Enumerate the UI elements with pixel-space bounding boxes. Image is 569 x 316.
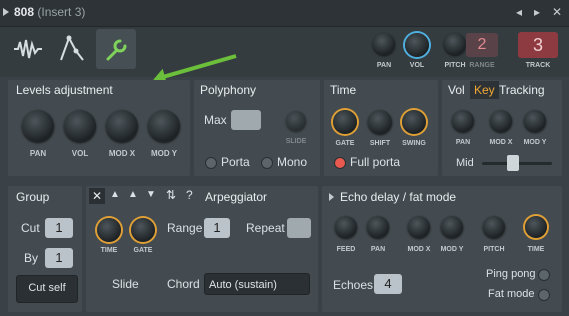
echo-mody-knob[interactable] (441, 216, 463, 238)
time-gate-knob[interactable] (333, 110, 357, 134)
master-pan-knob[interactable] (373, 33, 395, 55)
echo-expand-icon[interactable] (329, 193, 334, 201)
envelope-icon (60, 35, 84, 61)
tab-settings[interactable] (96, 29, 136, 69)
arp-gate-label: GATE (133, 247, 153, 254)
ping-pong-label: Ping pong (486, 268, 536, 280)
by-label: By (24, 251, 39, 265)
arp-gate-knob[interactable] (131, 218, 155, 242)
track-label: TRACK (525, 62, 551, 69)
mid-slider-handle[interactable] (507, 155, 519, 171)
arp-down-icon[interactable]: ▼ (146, 189, 156, 200)
levels-mody-label: MOD Y (150, 149, 178, 158)
tab-envelope[interactable] (52, 29, 92, 69)
window-title: 808 (Insert 3) (14, 5, 85, 19)
tab-key[interactable]: Key (470, 81, 499, 99)
time-title: Time (330, 83, 357, 97)
echo-feed-knob[interactable] (335, 216, 357, 238)
time-swing-label: SWING (402, 140, 426, 147)
ping-pong-toggle[interactable] (538, 269, 550, 281)
close-icon[interactable]: ✕ (550, 5, 564, 19)
porta-radio[interactable] (205, 157, 217, 169)
echo-pitch-knob[interactable] (483, 216, 505, 238)
echo-time-label: TIME (527, 246, 545, 253)
arp-slide-label: Slide (112, 277, 139, 291)
arp-sticky-icon[interactable]: ⇅ (166, 188, 176, 202)
group-title: Group (16, 190, 50, 204)
arp-range-label: Range (167, 221, 203, 235)
detach-icon[interactable]: ▸ (530, 5, 544, 19)
master-vol-knob[interactable] (405, 33, 429, 57)
cut-self-button[interactable]: Cut self (16, 275, 78, 303)
wrench-icon (106, 39, 127, 61)
tracking-mody-label: MOD Y (523, 139, 547, 146)
echo-pan-knob[interactable] (367, 216, 389, 238)
max-label: Max (204, 113, 227, 127)
levels-mody-knob[interactable] (148, 110, 180, 142)
arp-up-icon[interactable]: ▲ (110, 189, 120, 200)
collapse-icon[interactable] (3, 8, 9, 16)
cut-label: Cut (21, 221, 40, 235)
arp-random-icon[interactable]: ? (186, 188, 193, 202)
arp-chord-dropdown[interactable]: Auto (sustain) (204, 273, 310, 295)
tracking-title: Tracking (499, 83, 545, 97)
arp-off-icon[interactable]: ✕ (89, 188, 105, 204)
range-label: RANGE (469, 62, 495, 69)
levels-vol-knob[interactable] (64, 110, 96, 142)
mid-label: Mid (456, 157, 474, 169)
porta-label: Porta (221, 155, 250, 169)
mono-label: Mono (277, 155, 308, 169)
arp-repeat-spinner[interactable] (287, 218, 311, 238)
tracking-mody-knob[interactable] (524, 110, 546, 132)
tab-waveform[interactable] (8, 29, 48, 69)
master-pitch-knob[interactable] (444, 33, 466, 55)
levels-pan-knob[interactable] (22, 110, 54, 142)
arp-time-knob[interactable] (97, 218, 121, 242)
max-voices-spinner[interactable] (231, 110, 261, 130)
echo-time-knob[interactable] (525, 216, 547, 238)
tracking-pan-knob[interactable] (452, 110, 474, 132)
arp-title: Arpeggiator (205, 190, 268, 204)
arp-chord-label: Chord (167, 277, 200, 291)
fat-mode-label: Fat mode (488, 288, 535, 300)
full-porta-label: Full porta (350, 155, 401, 169)
arp-range-spinner[interactable]: 1 (204, 218, 230, 238)
tab-vol[interactable]: Vol (448, 83, 465, 97)
by-spinner[interactable]: 1 (45, 248, 73, 268)
fat-mode-toggle[interactable] (538, 289, 550, 301)
range-display[interactable]: 2 (466, 33, 498, 57)
polyphony-title: Polyphony (200, 83, 257, 97)
slide-label: SLIDE (285, 138, 307, 145)
menu-icon[interactable]: ◂ (512, 5, 526, 19)
tracking-modx-knob[interactable] (490, 110, 512, 132)
track-display[interactable]: 3 (518, 32, 558, 58)
levels-modx-knob[interactable] (106, 110, 138, 142)
levels-title: Levels adjustment (16, 83, 113, 97)
time-shift-knob[interactable] (368, 110, 392, 134)
arp-updown-icon[interactable]: ▲ (128, 189, 138, 200)
echo-modx-knob[interactable] (408, 216, 430, 238)
arp-repeat-label: Repeat (246, 221, 285, 235)
full-porta-radio[interactable] (334, 157, 346, 169)
plugin-name: 808 (14, 5, 35, 19)
echoes-label: Echoes (333, 278, 374, 292)
mono-radio[interactable] (261, 157, 273, 169)
time-swing-knob[interactable] (402, 110, 426, 134)
cut-spinner[interactable]: 1 (45, 218, 73, 238)
waveform-icon (14, 39, 42, 59)
echoes-spinner[interactable]: 4 (374, 274, 402, 294)
echo-title: Echo delay / fat mode (340, 190, 457, 204)
slide-knob[interactable] (286, 111, 306, 131)
insert-label: (Insert 3) (37, 5, 86, 19)
